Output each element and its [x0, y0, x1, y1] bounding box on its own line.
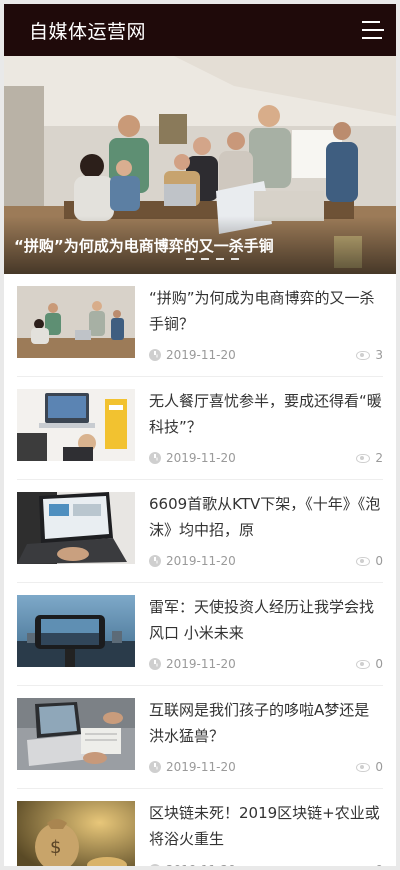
clock-icon [149, 349, 161, 361]
article-meta: 2019-11-20 0 [149, 656, 383, 672]
article-views: 2 [375, 451, 383, 465]
article-info: “拼购”为何成为电商博弈的又一杀手锏？ 2019-11-20 3 [135, 286, 383, 363]
slider-dot[interactable] [186, 258, 194, 260]
article-meta: 2019-11-20 0 [149, 862, 383, 866]
article-title[interactable]: 雷军：天使投资人经历让我学会找风口 小米未来 [149, 594, 383, 646]
hero-slider[interactable]: “拼购”为何成为电商博弈的又一杀手锏 [4, 56, 396, 274]
clock-icon [149, 864, 161, 866]
article-info: 互联网是我们孩子的哆啦A梦还是洪水猛兽？ 2019-11-20 0 [135, 698, 383, 775]
menu-icon[interactable] [362, 21, 384, 39]
list-item[interactable]: $ 区块链未死！2019区块链+农业或将浴火重生 2019-11-20 0 [17, 789, 383, 866]
eye-icon [356, 659, 371, 669]
article-date: 2019-11-20 [166, 760, 236, 774]
clock-icon [149, 555, 161, 567]
article-views: 0 [375, 657, 383, 671]
eye-icon [356, 350, 371, 360]
eye-icon [356, 556, 371, 566]
eye-icon [356, 865, 371, 866]
site-title[interactable]: 自媒体运营网 [29, 17, 146, 44]
article-thumbnail [17, 492, 135, 564]
article-info: 无人餐厅喜忧参半，要成还得看“暖科技”？ 2019-11-20 2 [135, 389, 383, 466]
article-title[interactable]: “拼购”为何成为电商博弈的又一杀手锏？ [149, 285, 383, 337]
article-thumbnail [17, 389, 135, 461]
article-views: 3 [375, 348, 383, 362]
slider-dot[interactable] [216, 258, 224, 260]
article-date: 2019-11-20 [166, 554, 236, 568]
article-thumbnail: $ [17, 801, 135, 866]
clock-icon [149, 452, 161, 464]
article-views: 0 [375, 554, 383, 568]
page-frame: 自媒体运营网 “拼购”为何成为电商博弈的又一杀手锏 “拼购”为何成为电商博弈的又… [4, 4, 396, 866]
article-date: 2019-11-20 [166, 863, 236, 866]
article-views: 0 [375, 863, 383, 866]
article-date: 2019-11-20 [166, 451, 236, 465]
article-meta: 2019-11-20 0 [149, 553, 383, 569]
list-item[interactable]: 6609首歌从KTV下架，《十年》《泡沫》均中招，原 2019-11-20 0 [17, 480, 383, 583]
eye-icon [356, 762, 371, 772]
article-title[interactable]: 无人餐厅喜忧参半，要成还得看“暖科技”？ [149, 388, 383, 440]
list-item[interactable]: 互联网是我们孩子的哆啦A梦还是洪水猛兽？ 2019-11-20 0 [17, 686, 383, 789]
clock-icon [149, 761, 161, 773]
list-item[interactable]: “拼购”为何成为电商博弈的又一杀手锏？ 2019-11-20 3 [17, 274, 383, 377]
article-date: 2019-11-20 [166, 348, 236, 362]
article-date: 2019-11-20 [166, 657, 236, 671]
article-info: 雷军：天使投资人经历让我学会找风口 小米未来 2019-11-20 0 [135, 595, 383, 672]
article-title[interactable]: 互联网是我们孩子的哆啦A梦还是洪水猛兽？ [149, 697, 383, 749]
clock-icon [149, 658, 161, 670]
svg-text:$: $ [50, 837, 61, 858]
article-views: 0 [375, 760, 383, 774]
article-info: 区块链未死！2019区块链+农业或将浴火重生 2019-11-20 0 [135, 801, 383, 866]
article-thumbnail [17, 286, 135, 358]
slider-dot[interactable] [201, 258, 209, 260]
slider-dot[interactable] [231, 258, 239, 260]
article-meta: 2019-11-20 3 [149, 347, 383, 363]
hero-title[interactable]: “拼购”为何成为电商博弈的又一杀手锏 [14, 235, 274, 256]
article-thumbnail [17, 595, 135, 667]
article-meta: 2019-11-20 0 [149, 759, 383, 775]
list-item[interactable]: 雷军：天使投资人经历让我学会找风口 小米未来 2019-11-20 0 [17, 583, 383, 686]
article-title[interactable]: 6609首歌从KTV下架，《十年》《泡沫》均中招，原 [149, 491, 383, 543]
slider-dots [186, 258, 239, 260]
article-list: “拼购”为何成为电商博弈的又一杀手锏？ 2019-11-20 3 无人餐厅喜忧参… [4, 274, 396, 866]
list-item[interactable]: 无人餐厅喜忧参半，要成还得看“暖科技”？ 2019-11-20 2 [17, 377, 383, 480]
article-thumbnail [17, 698, 135, 770]
article-title[interactable]: 区块链未死！2019区块链+农业或将浴火重生 [149, 800, 383, 852]
eye-icon [356, 453, 371, 463]
article-meta: 2019-11-20 2 [149, 450, 383, 466]
site-header: 自媒体运营网 [4, 4, 396, 56]
article-info: 6609首歌从KTV下架，《十年》《泡沫》均中招，原 2019-11-20 0 [135, 492, 383, 569]
